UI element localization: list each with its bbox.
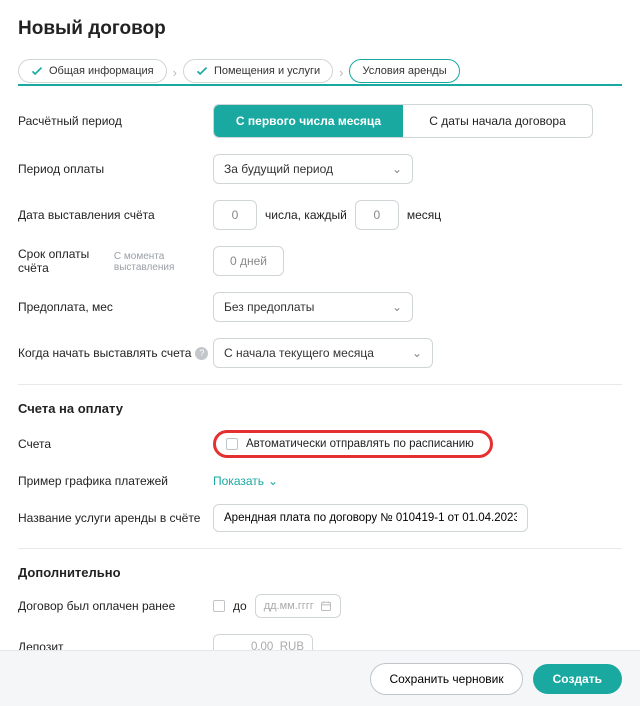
auto-send-label: Автоматически отправлять по расписанию — [246, 438, 474, 450]
show-schedule-link[interactable]: Показать ⌄ — [213, 474, 278, 488]
tab-label: Общая информация — [49, 65, 154, 77]
service-name-input[interactable] — [213, 504, 528, 532]
calendar-icon — [320, 600, 332, 612]
label-prepay: Предоплата, мес — [18, 300, 213, 314]
label-start-invoice: Когда начать выставлять счета ? — [18, 346, 213, 360]
chevron-down-icon: ⌄ — [392, 300, 402, 314]
page-title: Новый договор — [18, 18, 622, 40]
save-draft-button[interactable]: Сохранить черновик — [370, 663, 522, 695]
chevron-down-icon: ⌄ — [392, 162, 402, 176]
due-days-button[interactable]: 0 дней — [213, 246, 284, 276]
check-icon — [31, 65, 43, 77]
check-icon — [196, 65, 208, 77]
auto-send-highlight: Автоматически отправлять по расписанию — [213, 430, 493, 458]
label-due: Срок оплаты счёта С момента выставления — [18, 247, 213, 275]
footer-bar: Сохранить черновик Создать — [0, 650, 640, 706]
segment-first-of-month[interactable]: С первого числа месяца — [214, 105, 403, 137]
start-invoice-select[interactable]: С начала текущего месяца ⌄ — [213, 338, 433, 368]
pay-period-select[interactable]: За будущий период ⌄ — [213, 154, 413, 184]
divider — [18, 548, 622, 549]
label-schedule: Пример графика платежей — [18, 474, 213, 488]
tab-label: Условия аренды — [362, 65, 446, 77]
divider — [18, 384, 622, 385]
label-paid-before: Договор был оплачен ранее — [18, 599, 213, 613]
tab-label: Помещения и услуги — [214, 65, 320, 77]
paid-before-checkbox[interactable] — [213, 600, 225, 612]
label-invoices: Счета — [18, 437, 213, 451]
segment-from-start-date[interactable]: С даты начала договора — [403, 105, 592, 137]
deposit-input[interactable] — [213, 634, 313, 650]
chevron-right-icon: › — [339, 65, 343, 80]
invoice-month-input[interactable] — [355, 200, 399, 230]
tab-general[interactable]: Общая информация — [18, 59, 167, 83]
chevron-down-icon: ⌄ — [268, 474, 278, 488]
paid-before-date-input[interactable]: дд.мм.гггг — [255, 594, 341, 618]
auto-send-checkbox[interactable] — [226, 438, 238, 450]
invoice-day-input[interactable] — [213, 200, 257, 230]
step-tabs: Общая информация › Помещения и услуги › … — [18, 60, 622, 86]
label-deposit: Депозит — [18, 634, 213, 650]
create-button[interactable]: Создать — [533, 664, 622, 694]
label-calc-period: Расчётный период — [18, 114, 213, 128]
chevron-right-icon: › — [173, 65, 177, 80]
tab-rooms[interactable]: Помещения и услуги — [183, 59, 333, 83]
chevron-down-icon: ⌄ — [412, 346, 422, 360]
section-extra: Дополнительно — [18, 565, 622, 580]
prepay-select[interactable]: Без предоплаты ⌄ — [213, 292, 413, 322]
tab-terms[interactable]: Условия аренды — [349, 59, 459, 83]
label-invoice-date: Дата выставления счёта — [18, 208, 213, 222]
label-pay-period: Период оплаты — [18, 162, 213, 176]
calc-period-segment: С первого числа месяца С даты начала дог… — [213, 104, 593, 138]
help-icon[interactable]: ? — [195, 347, 208, 360]
label-service-name: Название услуги аренды в счёте — [18, 511, 213, 525]
section-invoices: Счета на оплату — [18, 401, 622, 416]
